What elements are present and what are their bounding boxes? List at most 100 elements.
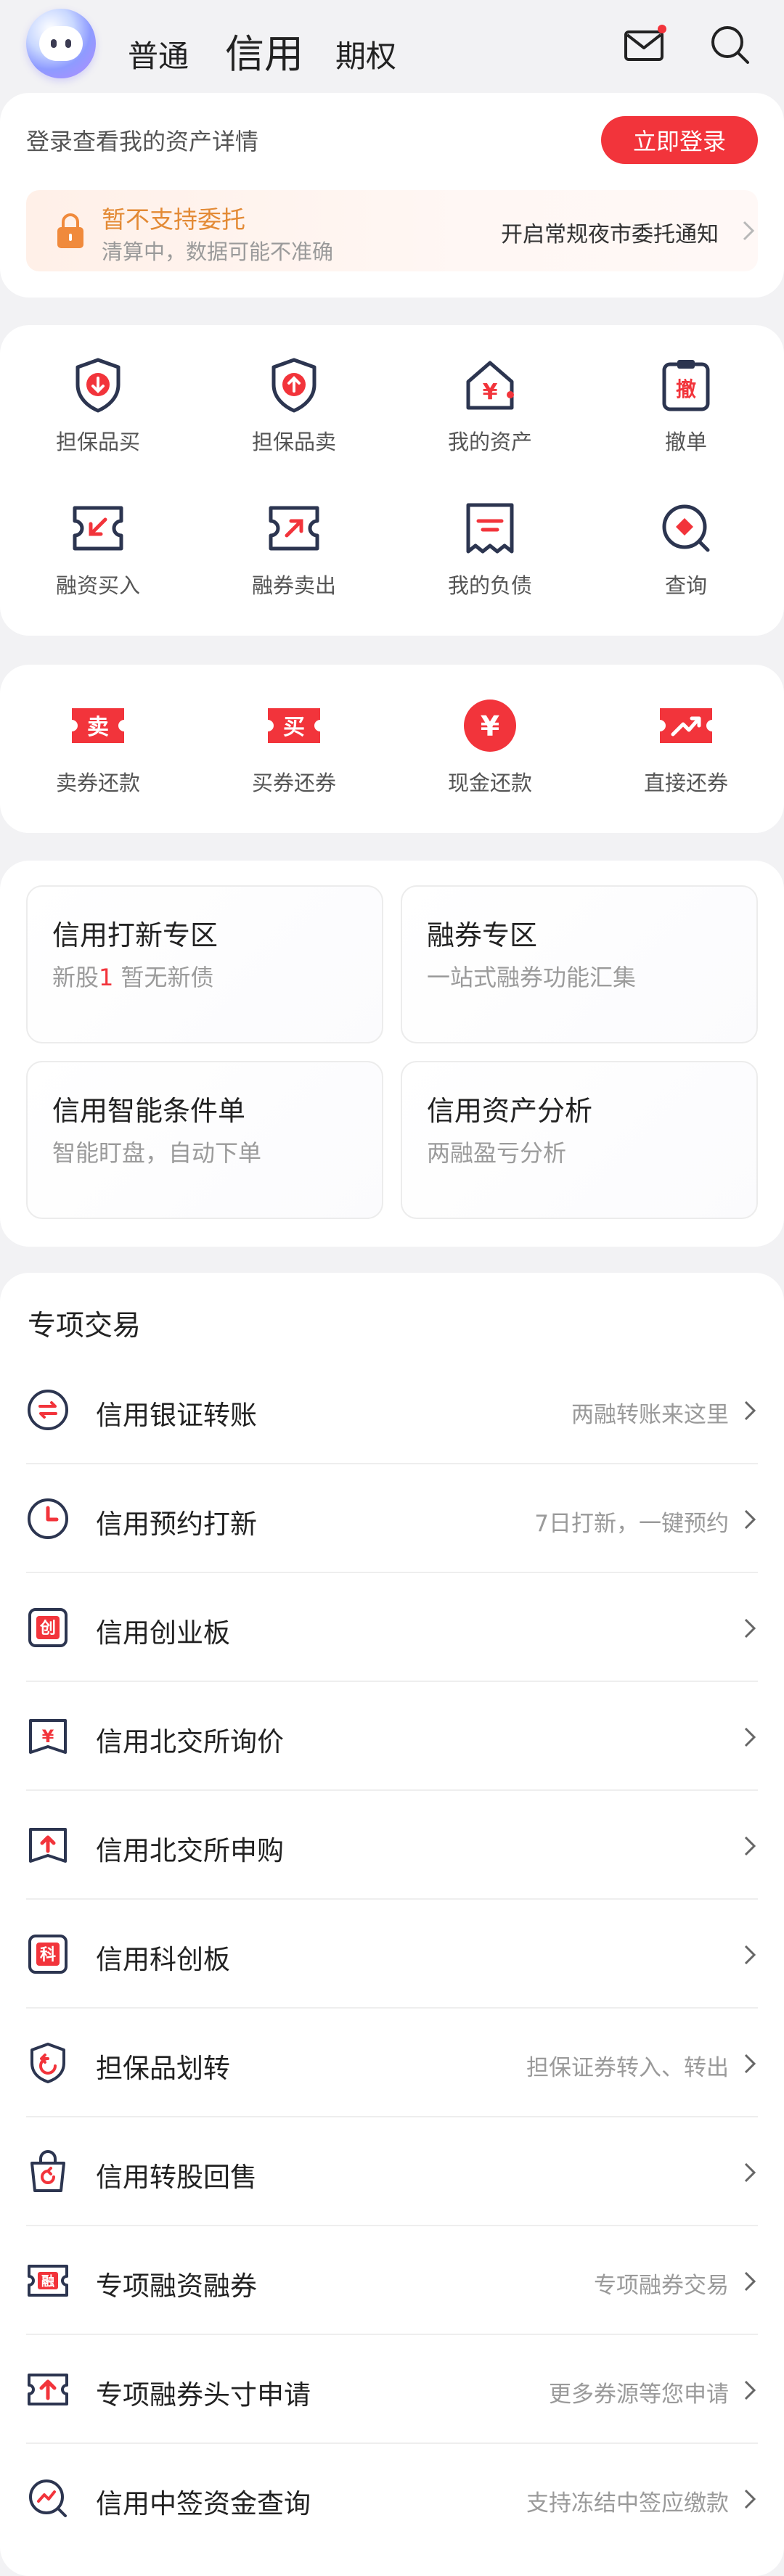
zone-subtitle: 一站式融券功能汇集 xyxy=(427,964,637,991)
tab-option[interactable]: 期权 xyxy=(335,32,396,76)
chevron-right-icon xyxy=(744,1727,756,1747)
grid-item-my-debt[interactable]: 我的负债 xyxy=(392,498,588,599)
list-item-chinext[interactable]: 创 信用创业板 xyxy=(26,1573,758,1682)
login-button[interactable]: 立即登录 xyxy=(601,116,758,164)
clock-icon xyxy=(28,1498,68,1539)
receipt-icon xyxy=(466,503,514,554)
row-title: 专项融资融券 xyxy=(96,2271,257,2302)
lock-icon xyxy=(57,213,83,248)
chevron-right-icon xyxy=(744,1945,756,1965)
svg-text:创: 创 xyxy=(39,1620,56,1638)
avatar-face-icon xyxy=(39,26,83,61)
repay-label: 买券还券 xyxy=(251,771,336,795)
row-hint: 担保证券转入、转出 xyxy=(526,2055,729,2081)
row-hint: 两融转账来这里 xyxy=(571,1402,729,1428)
svg-text:融: 融 xyxy=(41,2274,54,2289)
svg-text:¥: ¥ xyxy=(42,1726,54,1747)
buy-ticket-icon: 买 xyxy=(268,708,320,743)
row-title: 担保品划转 xyxy=(96,2053,230,2084)
svg-text:撤: 撤 xyxy=(676,377,696,401)
grid-label: 查询 xyxy=(664,573,707,598)
ticket-arrow-out-icon xyxy=(269,506,319,551)
zone-title: 融券专区 xyxy=(427,919,538,951)
sell-ticket-icon: 卖 xyxy=(72,708,124,743)
zone-subtitle: 智能盯盘，自动下单 xyxy=(52,1139,262,1167)
chevron-right-icon xyxy=(744,1400,756,1421)
login-tip: 登录查看我的资产详情 xyxy=(26,128,259,155)
trend-ticket-icon xyxy=(660,708,712,743)
row-hint: 更多券源等您申请 xyxy=(549,2382,729,2408)
list-item-bank-transfer[interactable]: 信用银证转账 两融转账来这里 xyxy=(26,1355,758,1464)
repay-label: 直接还券 xyxy=(643,771,728,795)
chevron-right-icon xyxy=(744,1509,756,1530)
grid-item-collateral-buy[interactable]: 担保品买 xyxy=(0,354,196,456)
night-entrust-link[interactable]: 开启常规夜市委托通知 xyxy=(501,216,719,248)
list-item-collateral-transfer[interactable]: 担保品划转 担保证券转入、转出 xyxy=(26,2009,758,2117)
list-item-bse-inquiry[interactable]: ¥ 信用北交所询价 xyxy=(26,1682,758,1791)
zone-smart-order[interactable]: 信用智能条件单 智能盯盘，自动下单 xyxy=(26,1061,383,1219)
grid-item-short-sell[interactable]: 融券卖出 xyxy=(196,498,392,599)
grid-item-my-assets[interactable]: ¥ 我的资产 xyxy=(392,354,588,456)
avatar[interactable] xyxy=(26,9,96,78)
search-icon[interactable] xyxy=(707,22,754,68)
grid-label: 撤单 xyxy=(664,430,707,454)
zone-short-selling[interactable]: 融券专区 一站式融券功能汇集 xyxy=(401,885,758,1043)
grid-item-collateral-sell[interactable]: 担保品卖 xyxy=(196,354,392,456)
top-bar: 普通 信用 期权 xyxy=(0,0,784,93)
row-title: 信用中签资金查询 xyxy=(96,2488,311,2519)
grid-label: 融资买入 xyxy=(55,573,140,598)
ticket-arrow-in-icon xyxy=(73,506,123,551)
grid-item-query[interactable]: 查询 xyxy=(588,498,784,599)
repay-item-sell-to-repay[interactable]: 卖 卖券还款 xyxy=(0,695,196,797)
margin-ticket-icon: 融 xyxy=(28,2265,68,2297)
house-yen-icon: ¥ xyxy=(466,361,514,410)
search-trend-icon xyxy=(29,2479,67,2517)
svg-text:¥: ¥ xyxy=(483,380,498,405)
zone-asset-analysis[interactable]: 信用资产分析 两融盈亏分析 xyxy=(401,1061,758,1219)
repay-item-direct-return[interactable]: 直接还券 xyxy=(588,695,784,797)
list-item-winning-funds-query[interactable]: 信用中签资金查询 支持冻结中签应缴款 xyxy=(26,2444,758,2553)
row-title: 信用预约打新 xyxy=(96,1509,257,1540)
bag-refresh-icon xyxy=(30,2150,65,2192)
grid-item-margin-buy[interactable]: 融资买入 xyxy=(0,498,196,599)
list-item-ipo-reservation[interactable]: 信用预约打新 7日打新，一键预约 xyxy=(26,1464,758,1573)
notice-subtitle: 清算中，数据可能不准确 xyxy=(102,239,334,264)
yen-coin-icon: ¥ xyxy=(464,700,516,752)
repay-label: 卖券还款 xyxy=(55,771,140,795)
svg-text:买: 买 xyxy=(283,715,305,740)
zone-ipo[interactable]: 信用打新专区 新股1 暂无新债 xyxy=(26,885,383,1043)
zone-subtitle: 两融盈亏分析 xyxy=(427,1139,567,1167)
svg-text:科: 科 xyxy=(40,1946,56,1964)
chevron-right-icon xyxy=(744,1836,756,1856)
chevron-right-icon xyxy=(744,2489,756,2509)
mail-icon[interactable] xyxy=(621,22,668,68)
upload-box-icon xyxy=(29,1828,67,1863)
grid-item-cancel-order[interactable]: 撤 撤单 xyxy=(588,354,784,456)
entrust-notice[interactable]: 暂不支持委托 清算中，数据可能不准确 开启常规夜市委托通知 xyxy=(26,190,758,271)
repay-item-buy-to-return[interactable]: 买 买券还券 xyxy=(196,695,392,797)
zone-title: 信用打新专区 xyxy=(52,919,219,951)
chevron-right-icon xyxy=(744,2054,756,2074)
yen-flag-icon: ¥ xyxy=(29,1719,67,1754)
list-item-special-margin[interactable]: 融 专项融资融券 专项融券交易 xyxy=(26,2226,758,2335)
list-item-conversion-resale[interactable]: 信用转股回售 xyxy=(26,2117,758,2226)
row-title: 信用北交所询价 xyxy=(96,1726,284,1757)
row-title: 信用北交所申购 xyxy=(96,1835,284,1866)
shield-up-icon xyxy=(271,358,317,413)
list-item-star-market[interactable]: 科 信用科创板 xyxy=(26,1900,758,2009)
repay-item-cash-repay[interactable]: ¥ 现金还款 xyxy=(392,695,588,797)
chinext-icon: 创 xyxy=(28,1608,68,1647)
tab-normal[interactable]: 普通 xyxy=(128,32,189,76)
repay-label: 现金还款 xyxy=(447,771,532,795)
row-hint: 专项融券交易 xyxy=(594,2273,729,2299)
list-item-short-position-apply[interactable]: 专项融券头寸申请 更多券源等您申请 xyxy=(26,2335,758,2444)
row-title: 信用银证转账 xyxy=(96,1400,257,1431)
tab-credit[interactable]: 信用 xyxy=(225,22,303,79)
zone-title: 信用资产分析 xyxy=(427,1095,593,1127)
grid-label: 担保品卖 xyxy=(251,430,336,454)
transfer-icon xyxy=(28,1390,68,1430)
list-item-bse-subscribe[interactable]: 信用北交所申购 xyxy=(26,1791,758,1900)
chevron-right-icon xyxy=(744,2380,756,2400)
chevron-right-icon xyxy=(744,2162,756,2183)
section-title: 专项交易 xyxy=(28,1310,142,1342)
